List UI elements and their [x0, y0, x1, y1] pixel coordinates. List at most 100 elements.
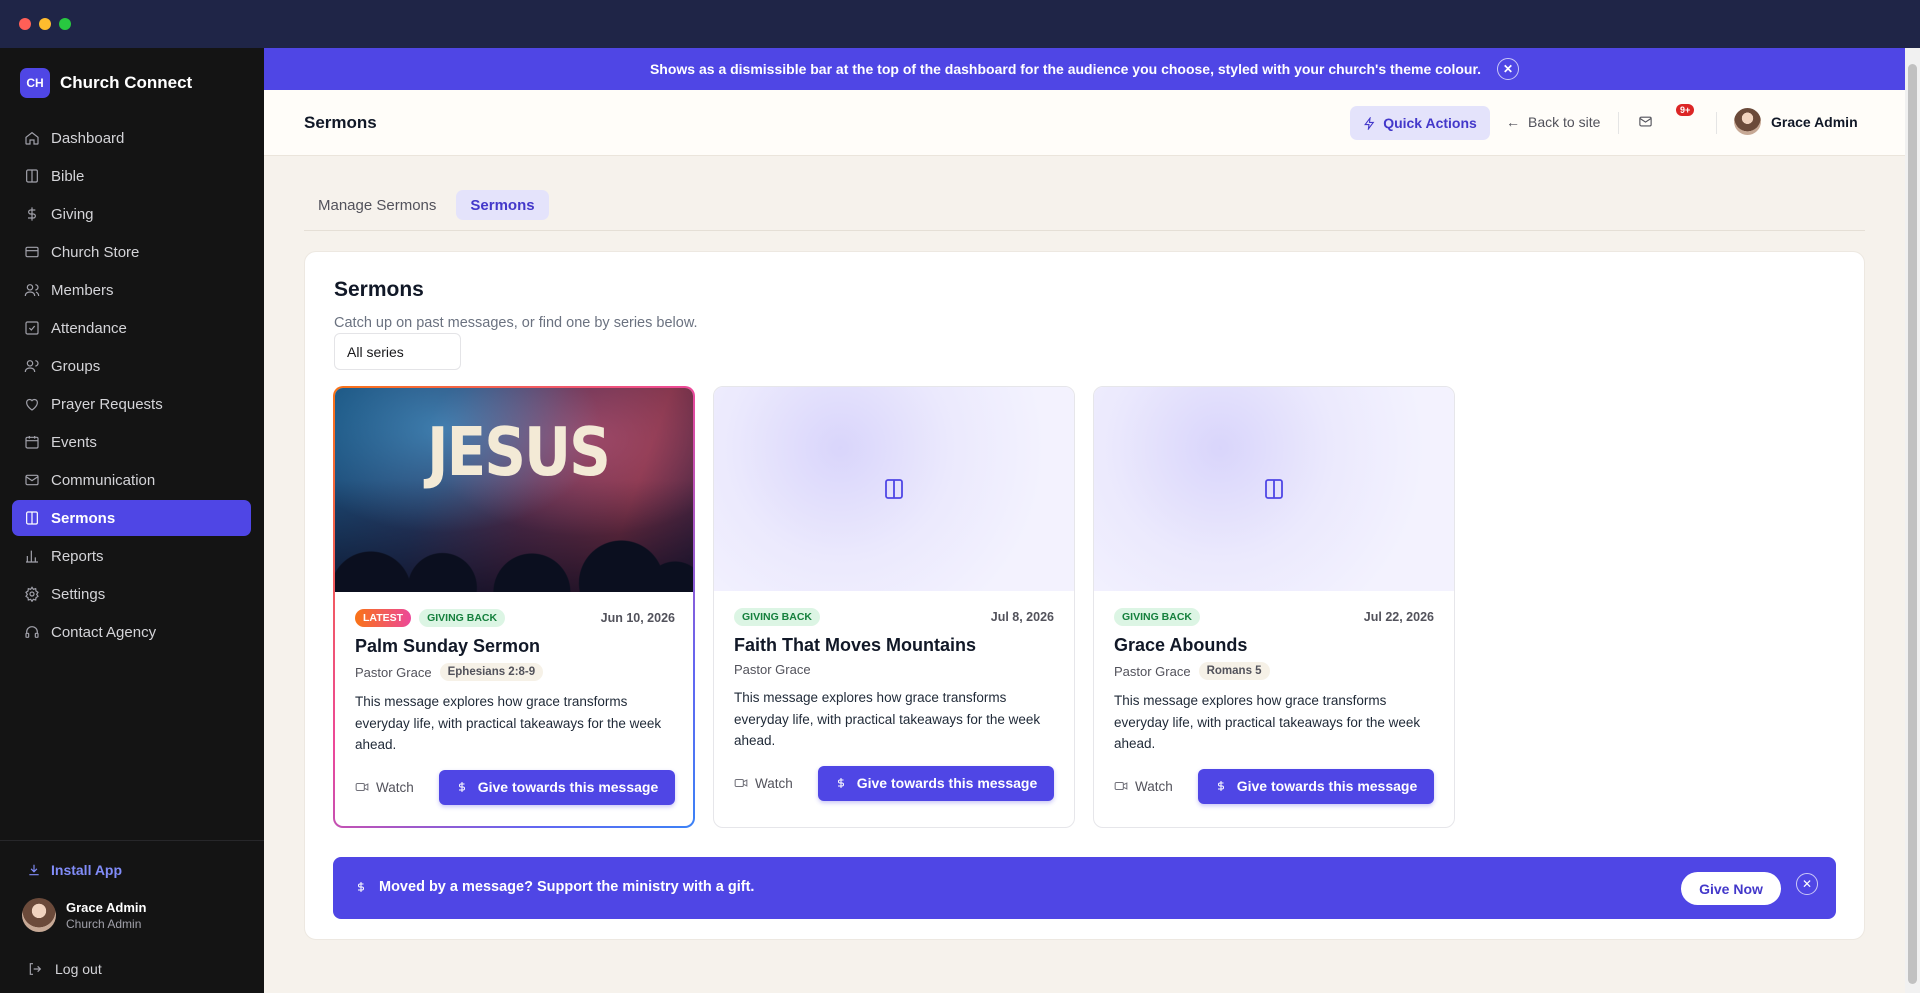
- watch-button[interactable]: Watch: [734, 776, 793, 791]
- support-close-icon[interactable]: ✕: [1796, 873, 1818, 895]
- sidebar-item-members[interactable]: Members: [12, 272, 251, 308]
- book-open-icon: [1265, 479, 1283, 499]
- user-menu[interactable]: Grace Admin: [1734, 108, 1858, 135]
- mail-icon: [1639, 116, 1652, 127]
- thumbnail-text: JESUS: [427, 412, 611, 492]
- brand[interactable]: CH Church Connect: [20, 68, 192, 98]
- sidebar-item-reports[interactable]: Reports: [12, 538, 251, 574]
- sermon-title: Grace Abounds: [1114, 635, 1248, 655]
- tab-sermons[interactable]: Sermons: [456, 190, 549, 220]
- messages-button[interactable]: [1638, 114, 1653, 134]
- sidebar-item-label: Members: [51, 281, 114, 299]
- sidebar-item-giving[interactable]: Giving: [12, 196, 251, 232]
- logout-button[interactable]: Log out: [27, 961, 102, 977]
- sermon-thumbnail-placeholder: [1094, 387, 1454, 591]
- sermon-description: This message explores how grace transfor…: [355, 694, 662, 752]
- watch-label: Watch: [755, 775, 793, 791]
- give-towards-message-button[interactable]: Give towards this message: [439, 769, 675, 805]
- sidebar-item-label: Sermons: [51, 509, 116, 527]
- sidebar-item-settings[interactable]: Settings: [12, 576, 251, 612]
- sermon-card-body: LATEST GIVING BACK Jun 10, 2026 Palm Sun…: [355, 608, 675, 805]
- sermon-actions: Watch Give towards this message: [1114, 768, 1434, 804]
- sidebar-item-bible[interactable]: Bible: [12, 158, 251, 194]
- give-label: Give towards this message: [477, 779, 659, 795]
- sidebar-item-label: Dashboard: [51, 129, 125, 147]
- tab-bar: Manage Sermons Sermons: [304, 190, 549, 220]
- announcement-bar: Shows as a dismissible bar at the top of…: [264, 48, 1905, 90]
- sermon-card[interactable]: GIVING BACK Jul 22, 2026 Grace Abounds P…: [1093, 386, 1455, 828]
- sidebar-item-label: Groups: [51, 357, 101, 375]
- sidebar-item-label: Prayer Requests: [51, 395, 163, 413]
- watch-label: Watch: [376, 779, 414, 795]
- tab-manage-sermons[interactable]: Manage Sermons: [304, 190, 450, 220]
- sidebar-item-communication[interactable]: Communication: [12, 462, 251, 498]
- watch-button[interactable]: Watch: [355, 780, 414, 795]
- sidebar-item-prayer-requests[interactable]: Prayer Requests: [12, 386, 251, 422]
- sidebar-item-sermons[interactable]: Sermons: [12, 500, 251, 536]
- panel-title: Sermons: [334, 278, 424, 301]
- gear-icon: [25, 586, 39, 602]
- sidebar-item-events[interactable]: Events: [12, 424, 251, 460]
- sidebar-item-dashboard[interactable]: Dashboard: [12, 120, 251, 156]
- sidebar-item-label: Communication: [51, 471, 156, 489]
- scrollbar-thumb[interactable]: [1908, 64, 1917, 984]
- sermon-title: Palm Sunday Sermon: [355, 636, 541, 656]
- sermon-card-body: GIVING BACK Jul 8, 2026 Faith That Moves…: [734, 607, 1054, 801]
- series-badge: GIVING BACK: [419, 609, 506, 627]
- sidebar-user[interactable]: Grace Admin Church Admin: [22, 898, 146, 932]
- sidebar-item-label: Giving: [51, 205, 94, 223]
- speaker-name: Pastor Grace: [1114, 663, 1191, 679]
- announcement-close-icon[interactable]: ✕: [1497, 58, 1520, 80]
- lightning-icon: [1364, 116, 1375, 130]
- speaker-row: Pastor Grace: [734, 662, 1054, 677]
- install-app-button[interactable]: Install App: [27, 862, 122, 878]
- avatar: [1734, 108, 1761, 135]
- book-open-icon: [26, 511, 38, 525]
- dollar-icon: [28, 207, 36, 221]
- sidebar-item-groups[interactable]: Groups: [12, 348, 251, 384]
- support-message: Moved by a message? Support the ministry…: [379, 879, 755, 895]
- sermon-thumbnail-placeholder: [714, 387, 1074, 591]
- user-menu-name: Grace Admin: [1771, 113, 1858, 130]
- sermon-meta: LATEST GIVING BACK Jun 10, 2026: [355, 608, 675, 628]
- close-window-button[interactable]: [19, 18, 31, 30]
- sidebar-item-contact-agency[interactable]: Contact Agency: [12, 614, 251, 650]
- scripture-badge: Ephesians 2:8-9: [439, 663, 544, 681]
- give-towards-message-button[interactable]: Give towards this message: [818, 765, 1054, 801]
- give-towards-message-button[interactable]: Give towards this message: [1198, 768, 1434, 804]
- quick-actions-label: Quick Actions: [1383, 115, 1477, 131]
- sidebar-item-church-store[interactable]: Church Store: [12, 234, 251, 270]
- card-icon: [25, 246, 39, 258]
- tab-divider: [304, 230, 1865, 231]
- notifications-button[interactable]: [1684, 114, 1700, 130]
- calendar-icon: [25, 436, 39, 449]
- sermon-card[interactable]: GIVING BACK Jul 8, 2026 Faith That Moves…: [713, 386, 1075, 828]
- give-now-button[interactable]: Give Now: [1681, 872, 1781, 905]
- quick-actions-button[interactable]: Quick Actions: [1350, 106, 1490, 140]
- watch-label: Watch: [1135, 778, 1173, 794]
- thumbnail-crowd: [335, 502, 693, 592]
- give-label: Give towards this message: [856, 775, 1038, 791]
- sermon-card[interactable]: JESUS LATEST GIVING BACK Jun 10, 2026 Pa…: [333, 386, 695, 828]
- scrollbar[interactable]: [1905, 48, 1920, 993]
- minimize-window-button[interactable]: [39, 18, 51, 30]
- speaker-name: Pastor Grace: [734, 662, 811, 677]
- sermons-panel: Sermons Catch up on past messages, or fi…: [304, 251, 1865, 940]
- support-text: Moved by a message? Support the ministry…: [355, 879, 754, 895]
- back-to-site-link[interactable]: ← Back to site: [1506, 114, 1600, 130]
- series-filter-select[interactable]: All series: [334, 333, 461, 370]
- watch-button[interactable]: Watch: [1114, 779, 1173, 794]
- user-name: Grace Admin: [66, 899, 147, 915]
- main-content: Shows as a dismissible bar at the top of…: [264, 48, 1905, 993]
- sermon-actions: Watch Give towards this message: [355, 769, 675, 805]
- maximize-window-button[interactable]: [59, 18, 71, 30]
- sermon-card-body: GIVING BACK Jul 22, 2026 Grace Abounds P…: [1114, 607, 1434, 804]
- sidebar-item-attendance[interactable]: Attendance: [12, 310, 251, 346]
- logout-label: Log out: [55, 961, 102, 977]
- speaker-row: Pastor Grace Ephesians 2:8-9: [355, 663, 675, 681]
- sermon-description: This message explores how grace transfor…: [734, 690, 1041, 748]
- speaker-row: Pastor Grace Romans 5: [1114, 662, 1434, 680]
- install-app-label: Install App: [51, 862, 123, 878]
- group-icon: [24, 360, 39, 373]
- sermon-date: Jul 8, 2026: [990, 610, 1054, 624]
